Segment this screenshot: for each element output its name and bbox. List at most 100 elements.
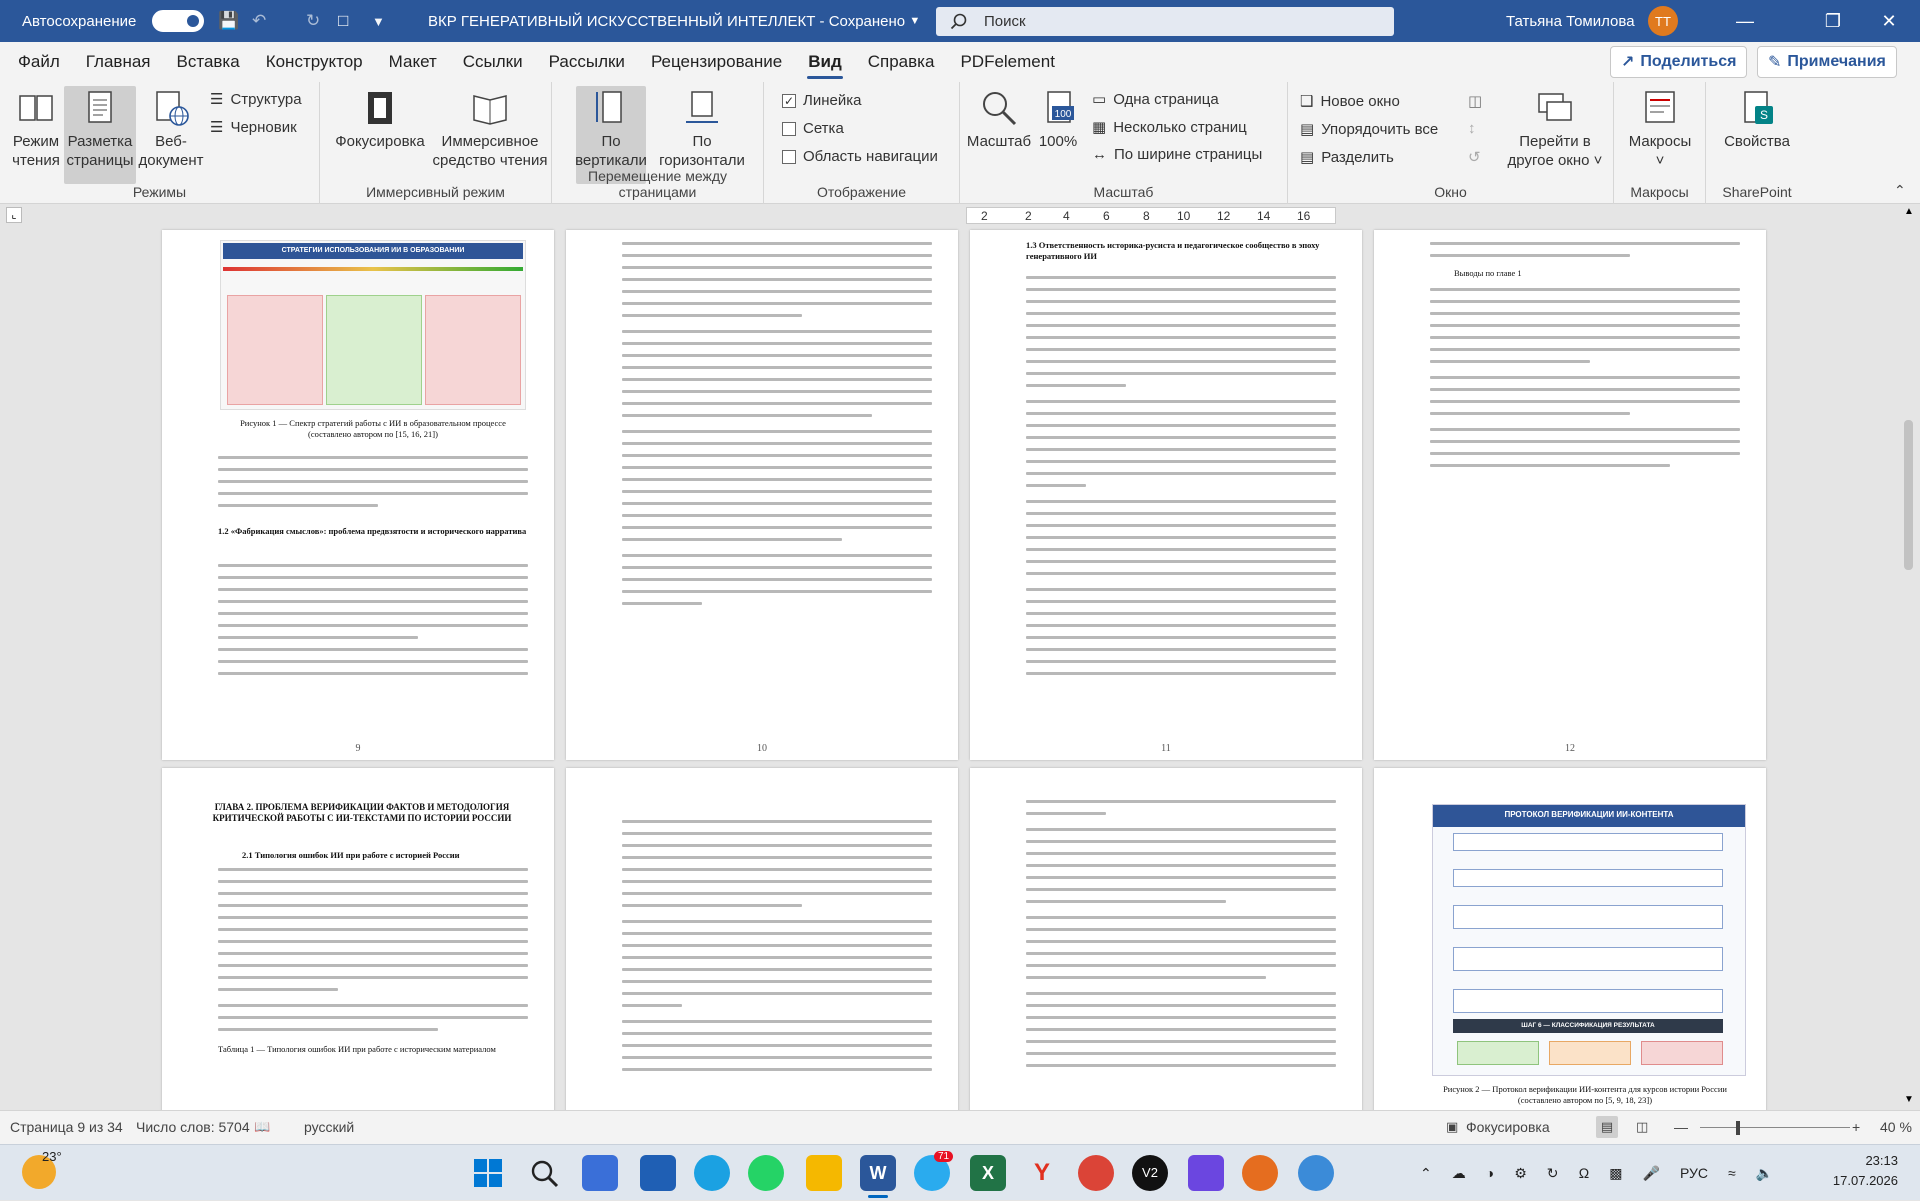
minimize-icon[interactable]: — [1716,0,1774,42]
undo-icon[interactable]: ↶ [252,0,266,42]
user-name[interactable]: Татьяна Томилова [1506,0,1635,42]
tray-power-icon[interactable]: ◑ [1486,1165,1494,1181]
help-app-icon[interactable] [1298,1155,1334,1191]
draft-button[interactable]: ☰ Черновик [210,118,297,137]
tab-selector-icon[interactable]: ⌞ [6,207,22,223]
excel-taskbar-icon[interactable]: X [970,1155,1006,1191]
customize-toolbar-icon[interactable]: ▼ [372,0,385,42]
zoom-100-button[interactable]: 100 100% [1034,86,1082,151]
search-taskbar-icon[interactable] [526,1155,562,1191]
tray-mic-icon[interactable]: 🎤 [1643,1165,1660,1182]
view-side-by-side-icon[interactable]: ◫ [1468,92,1482,110]
page-12[interactable]: Выводы по главе 1 12 [1374,230,1766,760]
zoom-slider[interactable] [1700,1127,1850,1128]
horizontal-ruler[interactable]: 2 2 4 6 8 10 12 14 16 [966,207,1336,224]
zoom-button[interactable]: Масштаб [966,86,1032,151]
restore-icon[interactable]: ❐ [1804,0,1862,42]
properties-button[interactable]: S Свойства [1714,86,1800,151]
word-taskbar-icon[interactable]: W [860,1155,896,1191]
stats-app-icon[interactable] [1188,1155,1224,1191]
windows-start-icon[interactable] [470,1155,506,1191]
zoom-slider-thumb[interactable] [1736,1121,1740,1135]
page-10[interactable]: 10 [566,230,958,760]
document-title[interactable]: ВКР ГЕНЕРАТИВНЫЙ ИСКУССТВЕННЫЙ ИНТЕЛЛЕКТ… [428,0,920,42]
tab-help[interactable]: Справка [855,42,948,82]
edge-icon[interactable] [694,1155,730,1191]
arrange-all-button[interactable]: ▤ Упорядочить все [1300,120,1438,139]
new-window-button[interactable]: ❑ Новое окно [1300,92,1400,111]
proofing-icon[interactable]: 📖 [254,1119,270,1135]
save-icon[interactable]: 💾 [218,0,239,42]
tray-settings-icon[interactable]: ⚙ [1514,1165,1527,1182]
zoom-in-icon[interactable]: + [1852,1119,1860,1135]
macros-button[interactable]: Макросы ˅ [1622,86,1698,170]
tab-design[interactable]: Конструктор [253,42,376,82]
scrollbar-thumb[interactable] [1904,420,1913,570]
reset-window-icon[interactable]: ↺ [1468,148,1481,166]
zoom-level[interactable]: 40 % [1880,1119,1912,1135]
page-13[interactable]: ГЛАВА 2. ПРОБЛЕМА ВЕРИФИКАЦИИ ФАКТОВ И М… [162,768,554,1110]
comments-button[interactable]: ✎ Примечания [1757,46,1897,78]
tray-volume-icon[interactable]: 🔈 [1756,1165,1773,1182]
tab-references[interactable]: Ссылки [450,42,536,82]
read-mode-button[interactable]: Режим чтения [6,86,66,170]
page-width-button[interactable]: ↔ По ширине страницы [1092,146,1262,163]
language[interactable]: русский [304,1119,354,1135]
tab-pdfelement[interactable]: PDFelement [947,42,1067,82]
avatar[interactable]: ТТ [1648,0,1678,42]
page-9[interactable]: СТРАТЕГИИ ИСПОЛЬЗОВАНИЯ ИИ В ОБРАЗОВАНИИ… [162,230,554,760]
web-layout-view-icon[interactable]: ◫ [1636,1119,1648,1135]
chrome-icon[interactable] [1078,1155,1114,1191]
yandex-browser-icon[interactable]: Y [1024,1155,1060,1191]
tray-wifi-icon[interactable]: ≈ [1728,1165,1736,1181]
redo-icon[interactable]: ↻ [306,0,320,42]
store-icon[interactable] [640,1155,676,1191]
file-explorer-icon[interactable] [806,1155,842,1191]
outline-button[interactable]: ☰ Структура [210,90,302,109]
tab-view[interactable]: Вид [795,42,855,82]
tray-language[interactable]: РУС [1680,1165,1708,1181]
vertical-scrollbar[interactable]: ▲ ▼ [1898,204,1920,1110]
web-layout-button[interactable]: Веб-документ [139,86,203,170]
immersive-reader-button[interactable]: Иммерсивное средство чтения [432,86,548,170]
scroll-down-icon[interactable]: ▼ [1904,1094,1914,1105]
whatsapp-icon[interactable] [748,1155,784,1191]
word-count[interactable]: Число слов: 5704 [136,1119,250,1135]
zoom-out-icon[interactable]: — [1674,1119,1688,1135]
page-11[interactable]: 1.3 Ответственность историка-русиста и п… [970,230,1362,760]
gridlines-checkbox[interactable]: Сетка [782,120,844,137]
focus-status[interactable]: Фокусировка [1466,1119,1550,1135]
multiple-pages-button[interactable]: ▦ Несколько страниц [1092,118,1247,137]
clock[interactable]: 23:13 17.07.2026 [1828,1151,1898,1191]
v2-app-icon[interactable]: V2 [1132,1155,1168,1191]
document-canvas[interactable]: СТРАТЕГИИ ИСПОЛЬЗОВАНИЯ ИИ В ОБРАЗОВАНИИ… [0,226,1898,1110]
side-to-side-button[interactable]: По горизонтали [654,86,750,170]
print-layout-button[interactable]: Разметка страницы [64,86,136,184]
tab-review[interactable]: Рецензирование [638,42,795,82]
page-14[interactable] [566,768,958,1110]
nav-pane-checkbox[interactable]: Область навигации [782,148,938,165]
touch-mode-icon[interactable]: □ [338,0,348,42]
tray-chevron-icon[interactable]: ⌃ [1420,1165,1432,1182]
print-layout-view-icon[interactable]: ▤ [1596,1116,1618,1138]
chrome-profile-icon[interactable] [1242,1155,1278,1191]
ruler-checkbox[interactable]: ✓ Линейка [782,92,861,109]
tab-insert[interactable]: Вставка [164,42,253,82]
share-button[interactable]: ↗ Поделиться [1610,46,1748,78]
tab-file[interactable]: Файл [0,42,73,82]
tab-layout[interactable]: Макет [376,42,450,82]
split-button[interactable]: ▤ Разделить [1300,148,1394,167]
tray-chart-icon[interactable]: ▩ [1609,1165,1622,1182]
sync-scroll-icon[interactable]: ↕ [1468,120,1476,137]
page-15[interactable] [970,768,1362,1110]
search-box[interactable]: Поиск [936,7,1394,36]
tray-sync-icon[interactable]: ☁ [1452,1165,1466,1182]
tab-home[interactable]: Главная [73,42,164,82]
files-app-icon[interactable] [582,1155,618,1191]
switch-windows-button[interactable]: Перейти в другое окно ˅ [1502,86,1608,170]
autosave-toggle[interactable] [152,0,204,42]
close-icon[interactable]: ✕ [1860,0,1918,42]
tray-app-icon[interactable]: Ω [1579,1165,1590,1181]
page-16[interactable]: ПРОТОКОЛ ВЕРИФИКАЦИИ ИИ-КОНТЕНТА ШАГ 6 —… [1374,768,1766,1110]
page-count[interactable]: Страница 9 из 34 [10,1119,123,1135]
